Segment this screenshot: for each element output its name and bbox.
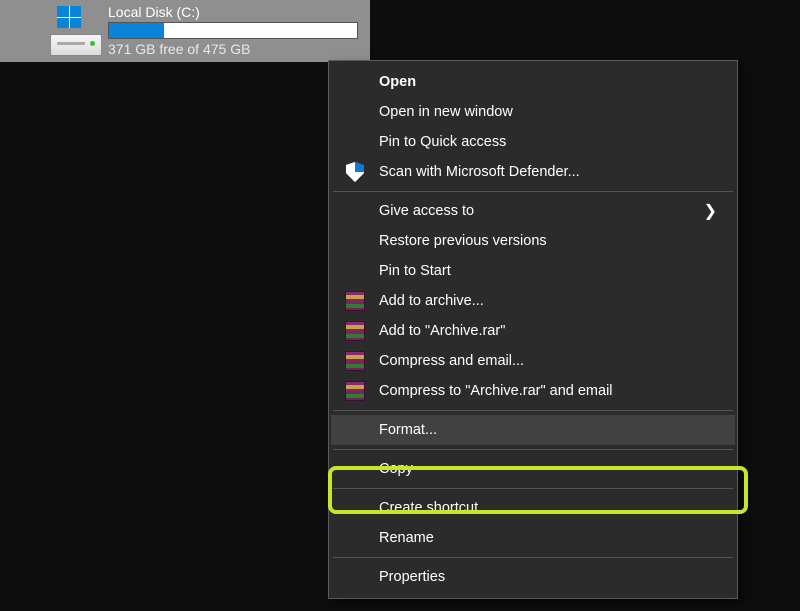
menu-label: Pin to Quick access xyxy=(379,134,506,150)
submenu-arrow-icon: ❯ xyxy=(704,201,717,221)
menu-label: Rename xyxy=(379,530,434,546)
menu-format[interactable]: Format... xyxy=(331,415,735,445)
menu-label: Copy xyxy=(379,461,413,477)
separator xyxy=(333,488,733,489)
menu-label: Add to "Archive.rar" xyxy=(379,323,505,339)
menu-copy[interactable]: Copy xyxy=(331,454,735,484)
menu-label: Format... xyxy=(379,422,437,438)
separator xyxy=(333,449,733,450)
menu-open[interactable]: Open xyxy=(331,67,735,97)
separator xyxy=(333,191,733,192)
menu-label: Compress and email... xyxy=(379,353,524,369)
winrar-icon xyxy=(345,381,365,401)
menu-create-shortcut[interactable]: Create shortcut xyxy=(331,493,735,523)
menu-label: Create shortcut xyxy=(379,500,478,516)
menu-compress-email[interactable]: Compress and email... xyxy=(331,346,735,376)
context-menu: Open Open in new window Pin to Quick acc… xyxy=(328,60,738,599)
winrar-icon xyxy=(345,321,365,341)
menu-label: Pin to Start xyxy=(379,263,451,279)
menu-label: Add to archive... xyxy=(379,293,484,309)
menu-add-archive[interactable]: Add to archive... xyxy=(331,286,735,316)
capacity-bar xyxy=(108,22,358,39)
menu-pin-quick-access[interactable]: Pin to Quick access xyxy=(331,127,735,157)
menu-open-new-window[interactable]: Open in new window xyxy=(331,97,735,127)
drive-icon xyxy=(50,6,100,56)
menu-give-access[interactable]: Give access to ❯ xyxy=(331,196,735,226)
separator xyxy=(333,557,733,558)
menu-properties[interactable]: Properties xyxy=(331,562,735,592)
menu-compress-rar-email[interactable]: Compress to "Archive.rar" and email xyxy=(331,376,735,406)
menu-label: Open xyxy=(379,74,416,90)
separator xyxy=(333,410,733,411)
defender-shield-icon xyxy=(345,162,365,182)
menu-add-archive-rar[interactable]: Add to "Archive.rar" xyxy=(331,316,735,346)
drive-free-text: 371 GB free of 475 GB xyxy=(108,41,358,57)
menu-label: Open in new window xyxy=(379,104,513,120)
menu-restore-versions[interactable]: Restore previous versions xyxy=(331,226,735,256)
winrar-icon xyxy=(345,291,365,311)
drive-name: Local Disk (C:) xyxy=(108,4,358,20)
drive-info: Local Disk (C:) 371 GB free of 475 GB xyxy=(108,4,358,57)
menu-scan-defender[interactable]: Scan with Microsoft Defender... xyxy=(331,157,735,187)
menu-label: Scan with Microsoft Defender... xyxy=(379,164,580,180)
drive-row[interactable]: Local Disk (C:) 371 GB free of 475 GB xyxy=(0,0,370,62)
menu-label: Give access to xyxy=(379,203,474,219)
menu-rename[interactable]: Rename xyxy=(331,523,735,553)
menu-label: Compress to "Archive.rar" and email xyxy=(379,383,613,399)
menu-label: Properties xyxy=(379,569,445,585)
menu-label: Restore previous versions xyxy=(379,233,547,249)
menu-pin-start[interactable]: Pin to Start xyxy=(331,256,735,286)
winrar-icon xyxy=(345,351,365,371)
